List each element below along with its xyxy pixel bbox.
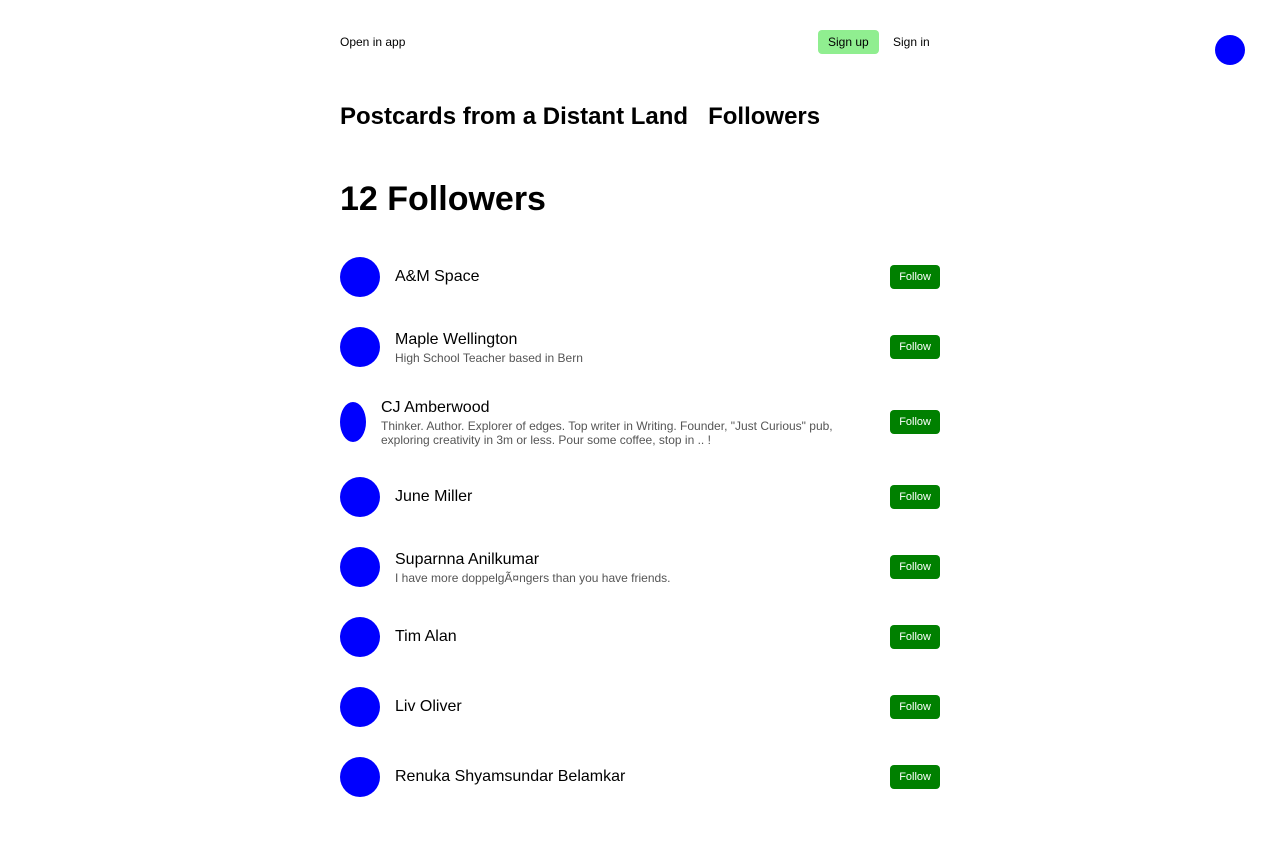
section-title[interactable]: Followers (708, 103, 820, 131)
avatar[interactable] (340, 402, 366, 442)
avatar[interactable] (340, 617, 380, 657)
user-avatar-icon[interactable] (1215, 35, 1245, 65)
follower-name[interactable]: CJ Amberwood (381, 398, 880, 418)
open-in-app-link[interactable]: Open in app (340, 35, 405, 49)
follower-info: Renuka Shyamsundar Belamkar (395, 767, 940, 787)
avatar[interactable] (340, 477, 380, 517)
followers-count-title: 12 Followers (340, 180, 546, 218)
follower-info: A&M Space (395, 267, 940, 287)
follower-info: Tim Alan (395, 627, 940, 647)
follower-info: CJ Amberwood Thinker. Author. Explorer o… (381, 398, 940, 447)
follower-name[interactable]: Renuka Shyamsundar Belamkar (395, 767, 880, 787)
avatar[interactable] (340, 257, 380, 297)
follower-info: Maple Wellington High School Teacher bas… (395, 330, 940, 365)
avatar[interactable] (340, 547, 380, 587)
follower-name[interactable]: Suparnna Anilkumar (395, 550, 880, 570)
follower-bio: Thinker. Author. Explorer of edges. Top … (381, 418, 833, 447)
publication-header: Postcards from a Distant Land Followers (340, 103, 820, 131)
follow-button[interactable]: Follow (890, 335, 940, 359)
follower-row: Renuka Shyamsundar Belamkar Follow (340, 742, 940, 812)
follow-button[interactable]: Follow (890, 765, 940, 789)
follow-button[interactable]: Follow (890, 695, 940, 719)
follower-info: June Miller (395, 487, 940, 507)
sign-up-button[interactable]: Sign up (818, 30, 879, 54)
follow-button[interactable]: Follow (890, 555, 940, 579)
follower-row: Suparnna Anilkumar I have more doppelgÃ¤… (340, 532, 940, 602)
avatar[interactable] (340, 327, 380, 367)
follow-button[interactable]: Follow (890, 410, 940, 434)
sign-in-link[interactable]: Sign in (893, 35, 930, 49)
follower-row: Liv Oliver Follow (340, 672, 940, 742)
follow-button[interactable]: Follow (890, 265, 940, 289)
follower-bio: I have more doppelgÃ¤ngers than you have… (395, 570, 671, 585)
follower-row: CJ Amberwood Thinker. Author. Explorer o… (340, 382, 940, 462)
publication-title[interactable]: Postcards from a Distant Land (340, 103, 688, 131)
avatar[interactable] (340, 757, 380, 797)
follower-name[interactable]: Tim Alan (395, 627, 880, 647)
follower-name[interactable]: Liv Oliver (395, 697, 880, 717)
follower-row: June Miller Follow (340, 462, 940, 532)
follow-button[interactable]: Follow (890, 485, 940, 509)
top-bar: Open in app Sign up Sign in (340, 30, 940, 54)
follower-row: Tim Alan Follow (340, 602, 940, 672)
follower-name[interactable]: A&M Space (395, 267, 880, 287)
follower-row: A&M Space Follow (340, 242, 940, 312)
follower-name[interactable]: June Miller (395, 487, 880, 507)
follower-name[interactable]: Maple Wellington (395, 330, 880, 350)
follow-button[interactable]: Follow (890, 625, 940, 649)
followers-list: A&M Space Follow Maple Wellington High S… (340, 242, 940, 812)
follower-info: Liv Oliver (395, 697, 940, 717)
follower-info: Suparnna Anilkumar I have more doppelgÃ¤… (395, 550, 940, 585)
avatar[interactable] (340, 687, 380, 727)
follower-bio: High School Teacher based in Bern (395, 350, 583, 365)
follower-row: Maple Wellington High School Teacher bas… (340, 312, 940, 382)
followers-page: Open in app Sign up Sign in Postcards fr… (0, 0, 1280, 853)
